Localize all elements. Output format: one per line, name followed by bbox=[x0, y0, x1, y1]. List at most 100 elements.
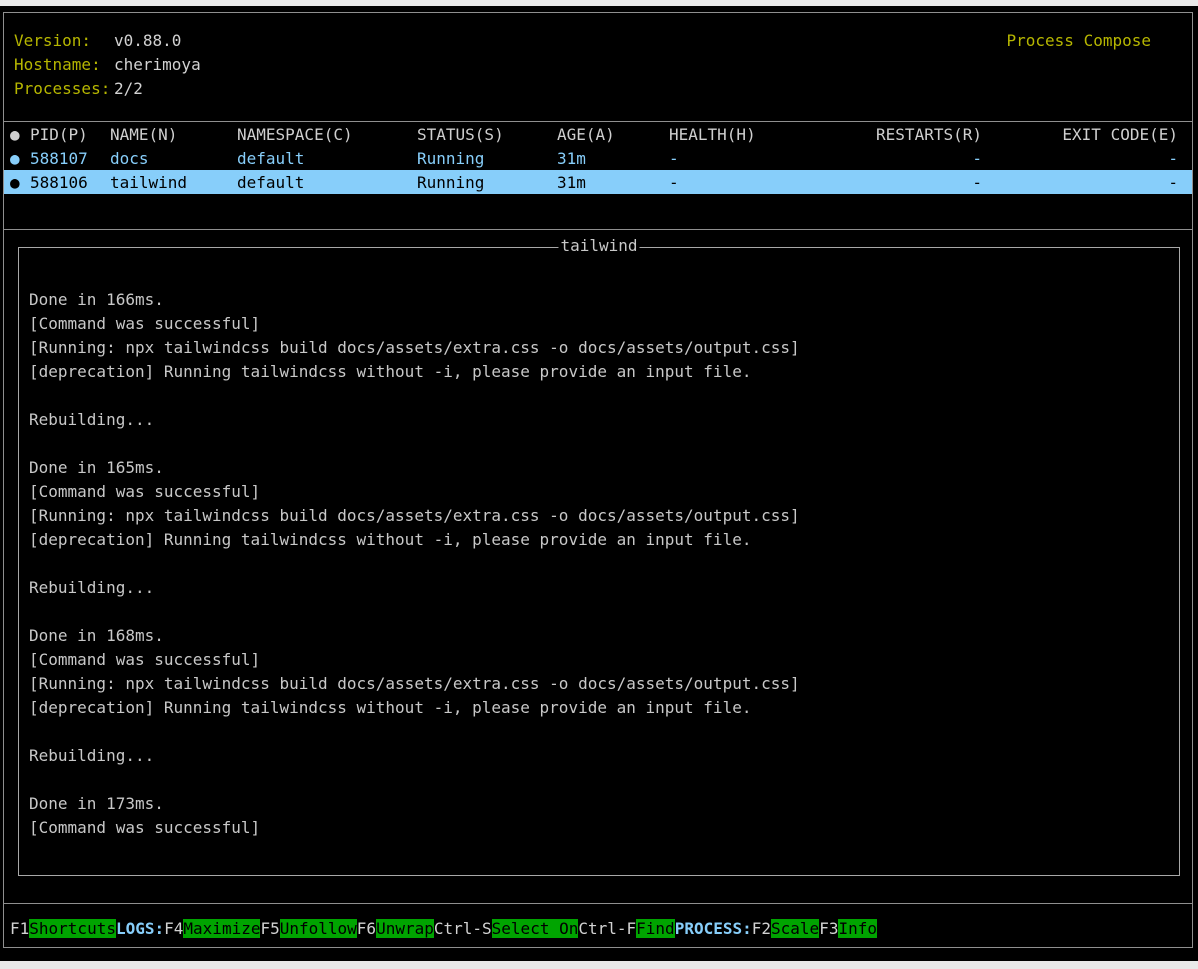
shortcut-action: Shortcuts bbox=[29, 919, 116, 938]
column-pid: PID(P) bbox=[26, 125, 110, 144]
process-rows: ● 588107 docs default Running 31m - - - … bbox=[4, 146, 1192, 194]
column-namespace: NAMESPACE(C) bbox=[237, 125, 417, 144]
shortcut-key: F2 bbox=[752, 919, 771, 938]
shortcut-action: Unwrap bbox=[376, 919, 434, 938]
shortcut-select-on[interactable]: Ctrl-SSelect On bbox=[434, 919, 579, 938]
shortcut-shortcuts[interactable]: F1Shortcuts bbox=[10, 919, 116, 938]
status-dot-icon: ● bbox=[4, 149, 26, 168]
app-title-text: Process Compose bbox=[1007, 31, 1152, 50]
process-name: docs bbox=[110, 149, 237, 168]
shortcut-action: Scale bbox=[771, 919, 819, 938]
log-line: [Command was successful] bbox=[29, 480, 1171, 504]
status-dot-icon: ● bbox=[4, 125, 26, 144]
fire-icon bbox=[1160, 30, 1180, 50]
log-line: [Command was successful] bbox=[29, 312, 1171, 336]
process-namespace: default bbox=[237, 173, 417, 192]
table-separator bbox=[4, 229, 1192, 230]
process-namespace: default bbox=[237, 149, 417, 168]
hostname-label: Hostname: bbox=[14, 55, 114, 74]
shortcut-key: F5 bbox=[260, 919, 279, 938]
processes-field: Processes: 2/2 bbox=[14, 76, 1192, 100]
shortcut-action: Unfollow bbox=[280, 919, 357, 938]
log-line: [Running: npx tailwindcss build docs/ass… bbox=[29, 504, 1171, 528]
status-bar: F1Shortcuts LOGS: F4Maximize F5Unfollow … bbox=[10, 916, 877, 940]
app-window: Version: v0.88.0 Hostname: cherimoya Pro… bbox=[3, 12, 1193, 948]
log-line bbox=[29, 432, 1171, 456]
status-section-logs: LOGS: bbox=[116, 919, 164, 938]
process-age: 31m bbox=[557, 173, 669, 192]
process-table-header: ● PID(P) NAME(N) NAMESPACE(C) STATUS(S) … bbox=[4, 122, 1192, 146]
status-bar-separator bbox=[4, 903, 1192, 904]
process-exit-code: - bbox=[982, 173, 1192, 192]
log-panel[interactable]: tailwind Done in 166ms.[Command was succ… bbox=[18, 247, 1180, 876]
shortcut-key: F3 bbox=[819, 919, 838, 938]
process-pid: 588107 bbox=[26, 149, 110, 168]
column-name: NAME(N) bbox=[110, 125, 237, 144]
process-restarts: - bbox=[829, 173, 982, 192]
log-line: Rebuilding... bbox=[29, 576, 1171, 600]
shortcut-unfollow[interactable]: F5Unfollow bbox=[260, 919, 356, 938]
shortcut-info[interactable]: F3Info bbox=[819, 919, 877, 938]
column-health: HEALTH(H) bbox=[669, 125, 829, 144]
shortcut-unwrap[interactable]: F6Unwrap bbox=[357, 919, 434, 938]
process-restarts: - bbox=[829, 149, 982, 168]
log-line: [Running: npx tailwindcss build docs/ass… bbox=[29, 336, 1171, 360]
log-line: Done in 165ms. bbox=[29, 456, 1171, 480]
status-section-process: PROCESS: bbox=[675, 919, 752, 938]
process-status: Running bbox=[417, 149, 557, 168]
app-title: Process Compose bbox=[1007, 28, 1181, 52]
hostname-field: Hostname: cherimoya bbox=[14, 52, 1192, 76]
log-line: Rebuilding... bbox=[29, 744, 1171, 768]
log-line bbox=[29, 384, 1171, 408]
process-name: tailwind bbox=[110, 173, 237, 192]
log-line: [Command was successful] bbox=[29, 648, 1171, 672]
shortcut-key: Ctrl-F bbox=[578, 919, 636, 938]
log-line: Rebuilding... bbox=[29, 408, 1171, 432]
column-exit-code: EXIT CODE(E) bbox=[982, 125, 1192, 144]
shortcut-key: F6 bbox=[357, 919, 376, 938]
shortcut-action: Find bbox=[636, 919, 675, 938]
shortcut-scale[interactable]: F2Scale bbox=[752, 919, 819, 938]
shortcut-key: Ctrl-S bbox=[434, 919, 492, 938]
shortcut-key: F4 bbox=[164, 919, 183, 938]
log-panel-title: tailwind bbox=[558, 236, 639, 255]
process-age: 31m bbox=[557, 149, 669, 168]
log-line bbox=[29, 768, 1171, 792]
version-value: v0.88.0 bbox=[114, 31, 181, 50]
process-exit-code: - bbox=[982, 149, 1192, 168]
shortcut-action: Maximize bbox=[183, 919, 260, 938]
version-label: Version: bbox=[14, 31, 114, 50]
shortcut-action: Select On bbox=[492, 919, 579, 938]
log-line: [deprecation] Running tailwindcss withou… bbox=[29, 360, 1171, 384]
shortcut-action: Info bbox=[838, 919, 877, 938]
process-status: Running bbox=[417, 173, 557, 192]
log-line: Done in 173ms. bbox=[29, 792, 1171, 816]
processes-value: 2/2 bbox=[114, 79, 143, 98]
shortcut-find[interactable]: Ctrl-FFind bbox=[578, 919, 674, 938]
hostname-value: cherimoya bbox=[114, 55, 201, 74]
process-pid: 588106 bbox=[26, 173, 110, 192]
shortcut-key: F1 bbox=[10, 919, 29, 938]
log-line bbox=[29, 600, 1171, 624]
log-content: Done in 166ms.[Command was successful][R… bbox=[19, 248, 1179, 840]
process-health: - bbox=[669, 173, 829, 192]
shortcut-maximize[interactable]: F4Maximize bbox=[164, 919, 260, 938]
process-row[interactable]: ● 588106 tailwind default Running 31m - … bbox=[4, 170, 1192, 194]
process-compose-terminal: Version: v0.88.0 Hostname: cherimoya Pro… bbox=[0, 6, 1198, 961]
column-status: STATUS(S) bbox=[417, 125, 557, 144]
processes-label: Processes: bbox=[14, 79, 114, 98]
log-line bbox=[29, 720, 1171, 744]
column-age: AGE(A) bbox=[557, 125, 669, 144]
status-dot-icon: ● bbox=[4, 173, 26, 192]
column-restarts: RESTARTS(R) bbox=[829, 125, 982, 144]
log-line: [deprecation] Running tailwindcss withou… bbox=[29, 696, 1171, 720]
header-info: Version: v0.88.0 Hostname: cherimoya Pro… bbox=[4, 13, 1192, 100]
log-line bbox=[29, 552, 1171, 576]
log-line: [Command was successful] bbox=[29, 816, 1171, 840]
process-table: ● PID(P) NAME(N) NAMESPACE(C) STATUS(S) … bbox=[4, 122, 1192, 194]
log-line: [Running: npx tailwindcss build docs/ass… bbox=[29, 672, 1171, 696]
log-line: [deprecation] Running tailwindcss withou… bbox=[29, 528, 1171, 552]
process-row[interactable]: ● 588107 docs default Running 31m - - - bbox=[4, 146, 1192, 170]
log-line: Done in 166ms. bbox=[29, 288, 1171, 312]
process-health: - bbox=[669, 149, 829, 168]
